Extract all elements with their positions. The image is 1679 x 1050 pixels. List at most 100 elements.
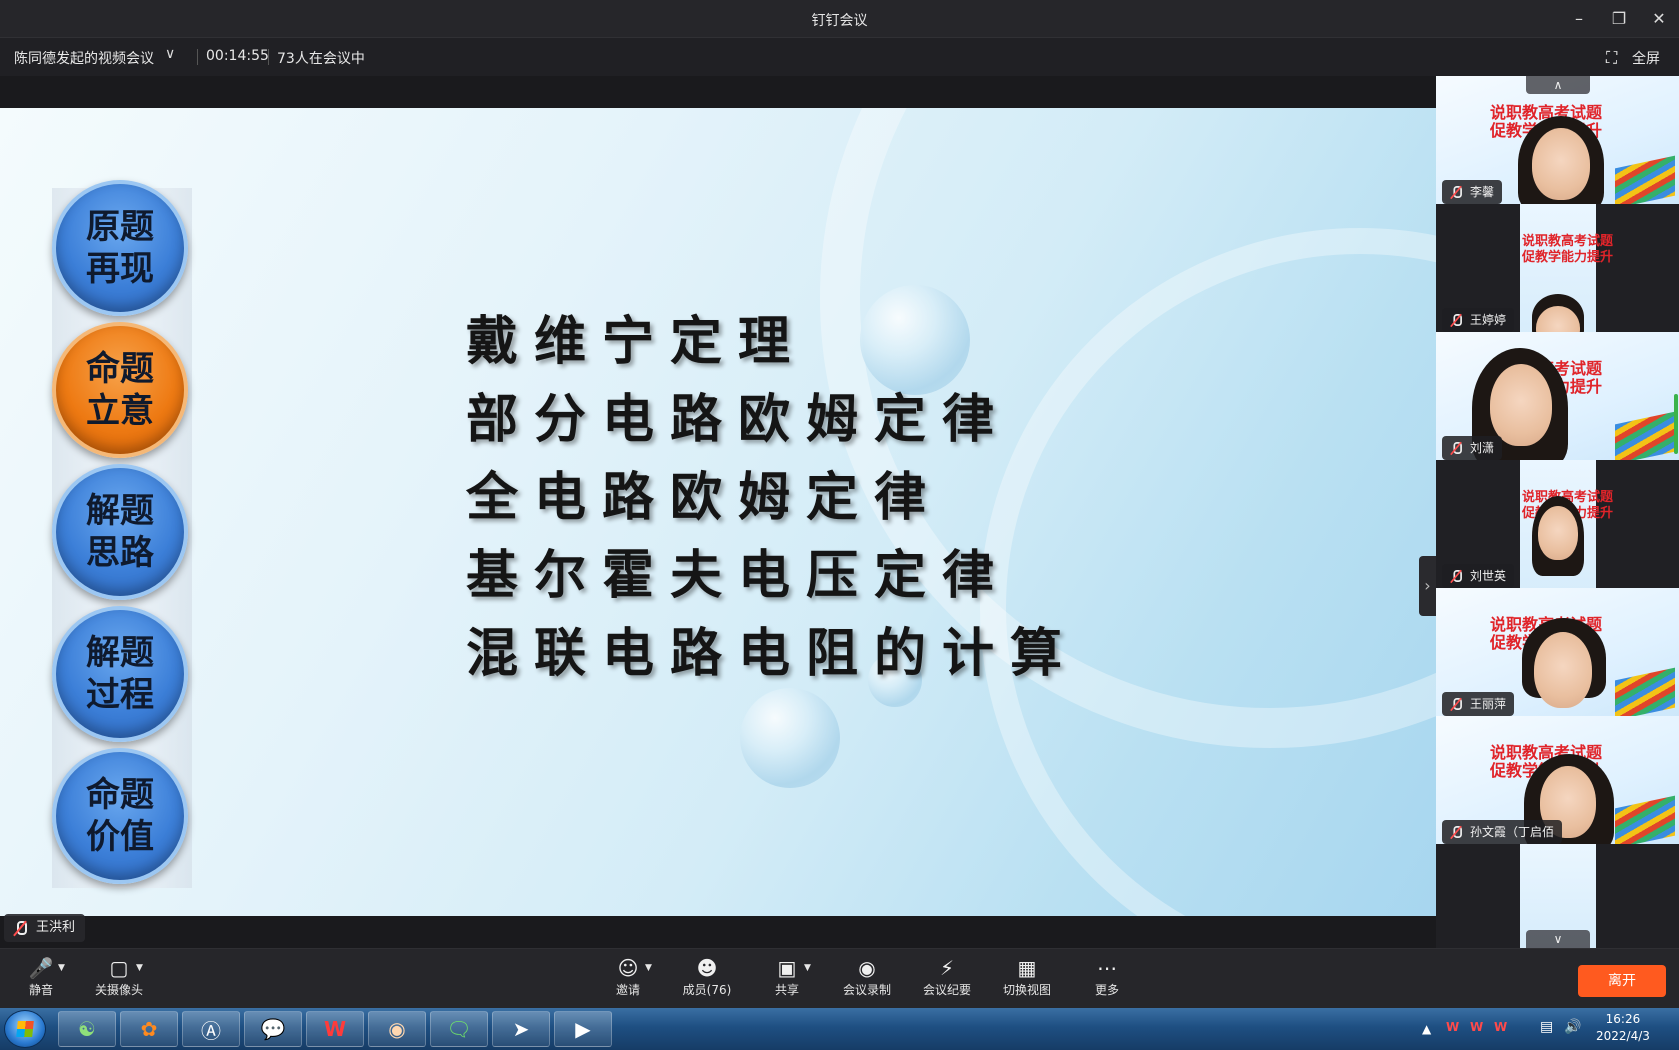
slide-line: 戴维宁定理 — [466, 311, 807, 372]
panel-scrollbar[interactable] — [1674, 394, 1678, 454]
fullscreen-icon[interactable]: ⛶ — [1606, 48, 1617, 68]
caret-down-icon[interactable]: ▼ — [645, 963, 652, 973]
leave-button[interactable]: 离开 — [1578, 965, 1666, 997]
step-circle-active: 命题 立意 — [52, 322, 188, 458]
start-button[interactable] — [4, 1010, 46, 1048]
main-stage: 原题 再现 命题 立意 解题 思路 解题 过程 命题 价值 戴维宁定理 部分电路… — [0, 76, 1436, 948]
share-label: 共享 — [774, 983, 799, 997]
participant-tile[interactable]: 说职教高考试题 促教学能力提升 刘世英 — [1436, 460, 1679, 596]
record-label: 会议录制 — [842, 983, 891, 997]
step-circle: 解题 思路 — [52, 464, 188, 600]
volume-icon[interactable]: 🔊 — [1564, 1019, 1581, 1035]
invite-button[interactable]: ☺ 邀请 ▼ — [591, 955, 665, 998]
k-app-icon[interactable]: Ⓐ — [182, 1011, 240, 1047]
window-title: 钉钉会议 — [811, 13, 868, 29]
participant-tile[interactable]: 说职教高考试题 促教学能力提升 刘潇 — [1436, 332, 1679, 468]
mic-muted-icon — [1449, 825, 1463, 839]
meeting-toolbar: 🎤 静音 ▼ ▢ 关摄像头 ▼ ☺ 邀请 ▼ ☻ 成员(76) ▣ 共享 ▼ ◉… — [0, 948, 1679, 1008]
participant-tile[interactable]: 说职教高考试题 促教学能力提升 李馨 ∧ — [1436, 76, 1679, 212]
divider — [197, 49, 198, 65]
step-circle: 原题 再现 — [52, 180, 188, 316]
members-label: 成员(76) — [682, 983, 732, 997]
wps-tray-icon[interactable]: W — [1494, 1020, 1507, 1034]
browser-app-icon[interactable]: ☯ — [58, 1011, 116, 1047]
add-user-icon: ☺ — [617, 956, 639, 980]
mic-muted-icon — [1449, 441, 1463, 455]
wechat-app-icon[interactable]: 🗨 — [430, 1011, 488, 1047]
participant-name: 刘潇 — [1470, 441, 1495, 455]
participant-face — [1532, 128, 1590, 200]
wps-tray-icon[interactable]: W — [1446, 1020, 1459, 1034]
title-bar: 钉钉会议 – ❐ ✕ — [0, 0, 1679, 38]
participant-tile[interactable]: 说职教高考试题 促教学能力提升 王婷婷 — [1436, 204, 1679, 340]
minimize-icon[interactable]: – — [1564, 6, 1594, 32]
meeting-timer: 00:14:55 — [206, 48, 269, 64]
participant-name-tag: 王婷婷 — [1442, 308, 1515, 332]
chevron-down-icon[interactable]: ∨ — [165, 46, 175, 62]
caret-down-icon[interactable]: ▼ — [804, 963, 811, 973]
network-icon[interactable]: ▤ — [1540, 1019, 1553, 1035]
participant-name-tag: 刘世英 — [1442, 564, 1515, 588]
mute-button[interactable]: 🎤 静音 ▼ — [4, 955, 78, 998]
caret-down-icon[interactable]: ▼ — [136, 963, 143, 973]
slide-line: 混联电路电阻的计算 — [466, 623, 1079, 684]
divider — [268, 49, 269, 65]
slide-line: 部分电路欧姆定律 — [466, 389, 1011, 450]
step-circle: 解题 过程 — [52, 606, 188, 742]
system-clock[interactable]: 16:26 2022/4/3 — [1596, 1011, 1650, 1045]
meeting-app-icon[interactable]: ▶ — [554, 1011, 612, 1047]
mic-muted-icon — [1449, 569, 1463, 583]
restore-icon[interactable]: ❐ — [1604, 6, 1634, 32]
pinwheel-app-icon[interactable]: ✿ — [120, 1011, 178, 1047]
camera-icon: ▢ — [109, 956, 129, 980]
participant-name: 刘世英 — [1470, 569, 1507, 583]
chevron-up-icon[interactable]: ∧ — [1526, 76, 1590, 94]
participant-tile[interactable]: 说职教高考试题 促教学能力提升 孙文霞（丁启佰 — [1436, 716, 1679, 852]
chat-app-icon[interactable]: 💬 — [244, 1011, 302, 1047]
chevron-down-icon[interactable]: ∨ — [1526, 930, 1590, 948]
switch-view-button[interactable]: ▦ 切换视图 — [990, 955, 1064, 998]
wps-tray-icon[interactable]: W — [1470, 1020, 1483, 1034]
tray-expand-icon[interactable]: ▲ — [1422, 1022, 1431, 1036]
clock-date: 2022/4/3 — [1596, 1029, 1650, 1043]
shared-slide: 原题 再现 命题 立意 解题 思路 解题 过程 命题 价值 戴维宁定理 部分电路… — [0, 108, 1436, 916]
participant-name: 王婷婷 — [1470, 313, 1507, 327]
more-label: 更多 — [1094, 983, 1119, 997]
close-icon[interactable]: ✕ — [1644, 6, 1674, 32]
collapse-panel-icon[interactable]: › — [1419, 556, 1436, 616]
camera-button[interactable]: ▢ 关摄像头 ▼ — [82, 955, 156, 998]
minutes-button[interactable]: ⚡ 会议纪要 — [910, 955, 984, 998]
participant-face — [1538, 506, 1578, 560]
minutes-icon: ⚡ — [939, 956, 955, 980]
meeting-name[interactable]: 陈同德发起的视频会议 — [14, 48, 154, 68]
more-icon: ⋯ — [1097, 956, 1117, 980]
step-circle: 命题 价值 — [52, 748, 188, 884]
mic-muted-icon — [1449, 313, 1463, 327]
participant-name: 王丽萍 — [1470, 697, 1507, 711]
windows-taskbar: ☯ ✿ Ⓐ 💬 W ◉ 🗨 ➤ ▶ ▲ W W W ▤ 🔊 16:26 2022… — [0, 1008, 1679, 1050]
participants-panel[interactable]: 说职教高考试题 促教学能力提升 李馨 ∧ 说职教高考试题 促教学能力提升 王婷婷… — [1436, 76, 1679, 948]
share-screen-icon: ▣ — [777, 956, 797, 980]
caret-down-icon[interactable]: ▼ — [58, 963, 65, 973]
participant-name: 孙文霞（丁启佰 — [1470, 825, 1555, 839]
wps-app-icon[interactable]: W — [306, 1011, 364, 1047]
invite-label: 邀请 — [615, 983, 640, 997]
share-button[interactable]: ▣ 共享 ▼ — [750, 955, 824, 998]
minutes-label: 会议纪要 — [922, 983, 971, 997]
participant-name-tag: 孙文霞（丁启佰 — [1442, 820, 1563, 844]
speaker-name-tag: 王洪利 — [4, 914, 86, 942]
mute-label: 静音 — [28, 983, 53, 997]
record-button[interactable]: ◉ 会议录制 — [830, 955, 904, 998]
participant-name-tag: 刘潇 — [1442, 436, 1503, 460]
document-app-icon[interactable]: ◉ — [368, 1011, 426, 1047]
mic-muted-icon — [1449, 185, 1463, 199]
dingtalk-app-icon[interactable]: ➤ — [492, 1011, 550, 1047]
participant-tile[interactable]: 说职教高考试题 促教学能力提升 王丽萍 — [1436, 588, 1679, 724]
members-button[interactable]: ☻ 成员(76) — [670, 955, 744, 998]
mic-muted-icon — [12, 920, 28, 936]
participant-face — [1534, 632, 1592, 708]
fullscreen-button[interactable]: 全屏 — [1632, 48, 1660, 68]
clock-time: 16:26 — [1605, 1012, 1641, 1026]
more-button[interactable]: ⋯ 更多 — [1070, 955, 1144, 998]
mic-muted-icon — [1449, 697, 1463, 711]
